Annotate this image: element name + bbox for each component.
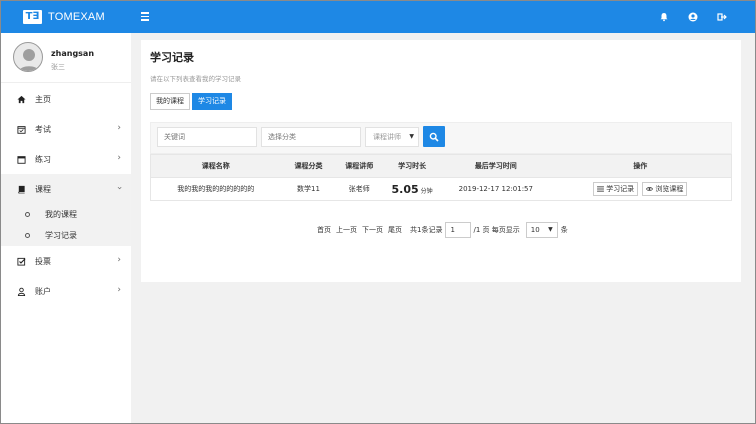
username: zhangsan: [51, 49, 95, 58]
content-panel: 学习记录 请在以下列表查看我的学习记录 我的课程 学习记录 课程讲师 ▼ 课程名…: [141, 40, 741, 282]
prev-page-link[interactable]: 上一页: [336, 225, 357, 235]
duration-value: 5.05: [391, 182, 419, 196]
keyword-input[interactable]: [157, 127, 257, 147]
checkbox-icon: [16, 256, 26, 266]
sidebar-nav: 主页 考试 › 练习 › 课程 › 我的课程 学习记录 投票 › 账户 ›: [1, 84, 131, 306]
first-page-link[interactable]: 首页: [317, 225, 331, 235]
calendar-icon: [16, 154, 26, 164]
table-header: 课程名称 课程分类 课程讲师 学习时长 最后学习时间 操作: [151, 155, 731, 177]
circle-icon: [25, 233, 30, 238]
chevron-right-icon: ›: [117, 255, 121, 265]
col-header: 学习时长: [398, 162, 427, 170]
teacher-select-value: 课程讲师: [373, 133, 401, 141]
page-number-input[interactable]: 1: [445, 222, 472, 238]
total-records: 共1条记录: [410, 226, 443, 234]
sidebar-item-label: 学习记录: [45, 231, 77, 240]
pagination: 首页 上一页 下一页 尾页 共1条记录 1 /1 页 每页显示 10 ▼ 条: [317, 222, 571, 238]
sidebar: zhangsan 张三 主页 考试 › 练习 › 课程 › 我的课程 学习记录 …: [1, 33, 131, 423]
sidebar-item-practice[interactable]: 练习 ›: [1, 144, 131, 174]
sidebar-item-label: 练习: [35, 154, 51, 164]
avatar[interactable]: [13, 42, 43, 72]
logout-icon[interactable]: [716, 11, 728, 23]
table-row: 我的我的我的的的的的的 数学11 张老师 5.05 分钟 2019-12-17 1…: [151, 177, 731, 200]
search-icon: [429, 132, 439, 142]
button-label: 学习记录: [606, 185, 635, 193]
top-bar: T∃ TOMEXAM: [1, 1, 755, 33]
sidebar-item-label: 投票: [35, 256, 51, 266]
button-label: 浏览课程: [655, 185, 684, 193]
page-title: 学习记录: [150, 51, 194, 64]
filter-bar: 课程讲师 ▼: [150, 122, 732, 154]
eye-icon: [646, 187, 654, 191]
next-page-link[interactable]: 下一页: [362, 225, 383, 235]
col-header: 操作: [633, 162, 648, 170]
duration-unit: 分钟: [420, 187, 433, 195]
course-name: 我的我的我的的的的的的: [177, 185, 255, 193]
tab-bar: 我的课程 学习记录: [150, 93, 234, 110]
sidebar-item-vote[interactable]: 投票 ›: [1, 246, 131, 276]
menu-toggle-icon[interactable]: [141, 10, 151, 22]
row-actions: 学习记录 浏览课程: [550, 182, 731, 196]
user-circle-icon[interactable]: [687, 11, 699, 23]
bell-icon[interactable]: [658, 11, 670, 23]
sidebar-item-study-records[interactable]: 学习记录: [1, 225, 131, 246]
course-teacher: 张老师: [348, 185, 370, 193]
size-suffix: 条: [560, 226, 568, 234]
records-table: 课程名称 课程分类 课程讲师 学习时长 最后学习时间 操作 我的我的我的的的的的…: [150, 154, 732, 201]
browse-course-button[interactable]: 浏览课程: [642, 182, 688, 196]
logo[interactable]: T∃ TOMEXAM: [1, 1, 131, 33]
chevron-right-icon: ›: [117, 123, 121, 133]
sidebar-item-course[interactable]: 课程 ›: [1, 174, 131, 204]
user-icon: [16, 286, 26, 296]
sidebar-item-exam[interactable]: 考试 ›: [1, 114, 131, 144]
col-header: 课程讲师: [345, 162, 374, 170]
page-size-value: 10: [530, 226, 540, 234]
chevron-right-icon: ›: [117, 153, 121, 163]
app-window: T∃ TOMEXAM zhangsan 张三 主页 考试 › 练习 › 课程 ›…: [0, 0, 756, 424]
sidebar-item-my-courses[interactable]: 我的课程: [1, 204, 131, 225]
tab-my-courses[interactable]: 我的课程: [150, 93, 190, 110]
book-icon: [16, 184, 26, 194]
sidebar-item-label: 考试: [35, 124, 51, 134]
col-header: 课程名称: [201, 162, 230, 170]
last-study-time: 2019-12-17 12:01:57: [458, 185, 533, 193]
circle-icon: [25, 212, 30, 217]
chevron-right-icon: ›: [117, 285, 121, 295]
col-header: 课程分类: [294, 162, 323, 170]
sidebar-item-label: 账户: [35, 286, 51, 296]
col-header: 最后学习时间: [474, 162, 517, 170]
list-icon: [597, 186, 605, 192]
sidebar-item-label: 主页: [35, 94, 51, 104]
caret-down-icon: ▼: [409, 133, 414, 140]
page-suffix: /1 页 每页显示: [473, 226, 520, 234]
user-profile: zhangsan 张三: [1, 33, 131, 83]
teacher-select[interactable]: 课程讲师 ▼: [365, 127, 419, 147]
logo-mark: T∃: [23, 10, 42, 24]
sidebar-item-account[interactable]: 账户 ›: [1, 276, 131, 306]
tab-study-records[interactable]: 学习记录: [192, 93, 232, 110]
category-input[interactable]: [261, 127, 361, 147]
last-page-link[interactable]: 尾页: [388, 225, 402, 235]
page-size-select[interactable]: 10 ▼: [525, 222, 558, 238]
sidebar-item-label: 我的课程: [45, 210, 77, 219]
app-name: TOMEXAM: [48, 11, 105, 23]
chevron-down-icon: ›: [114, 186, 125, 190]
course-submenu: 我的课程 学习记录: [1, 204, 131, 246]
caret-down-icon: ▼: [548, 226, 553, 233]
search-button[interactable]: [423, 126, 445, 147]
study-records-button[interactable]: 学习记录: [593, 182, 639, 196]
home-icon: [16, 94, 26, 104]
course-category: 数学11: [296, 185, 320, 193]
sidebar-item-label: 课程: [35, 184, 51, 194]
page-description: 请在以下列表查看我的学习记录: [150, 75, 241, 83]
sidebar-item-home[interactable]: 主页: [1, 84, 131, 114]
study-duration: 5.05 分钟: [382, 183, 442, 196]
calendar-check-icon: [16, 124, 26, 134]
user-realname: 张三: [51, 63, 65, 71]
